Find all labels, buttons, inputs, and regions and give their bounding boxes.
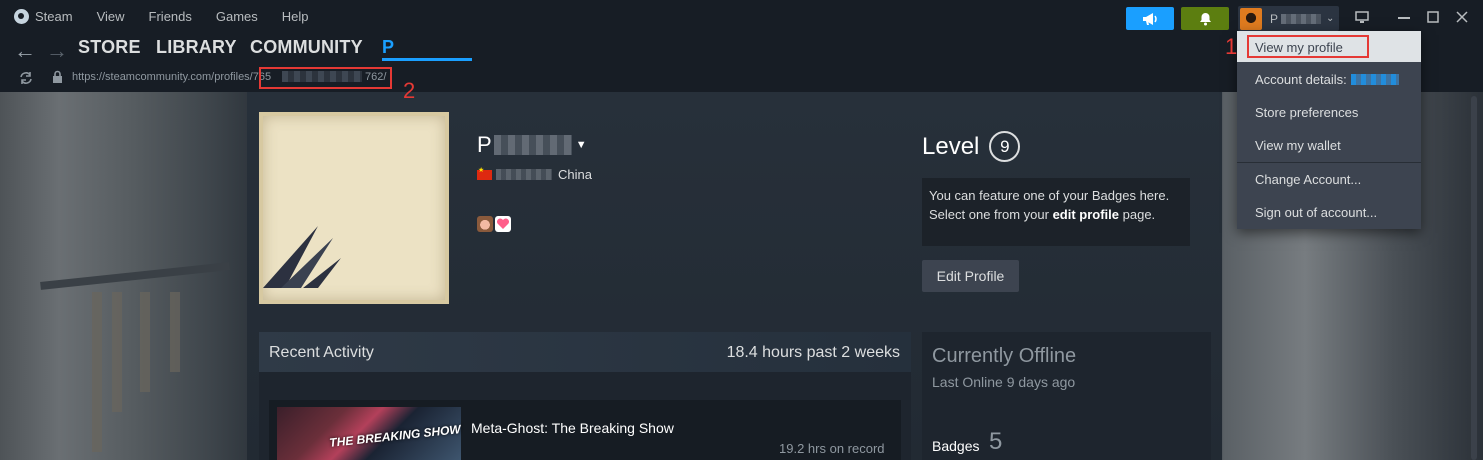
- url-prefix: https://steamcommunity.com/profiles/: [72, 71, 253, 83]
- notifications-button[interactable]: [1181, 7, 1229, 30]
- menu-item-view-wallet[interactable]: View my wallet: [1255, 138, 1341, 153]
- edit-profile-button[interactable]: Edit Profile: [922, 260, 1019, 292]
- tab-store[interactable]: STORE: [78, 37, 141, 58]
- profile-name-redacted: [493, 135, 572, 155]
- background-banner: [170, 292, 180, 372]
- profile-location: China: [477, 166, 592, 182]
- profile-username[interactable]: P ▼: [477, 132, 587, 158]
- background-banner: [140, 292, 150, 392]
- profile-country: China: [558, 167, 592, 182]
- maximize-icon[interactable]: [1427, 11, 1439, 23]
- badges-count: 5: [989, 428, 1003, 455]
- caret-down-icon: ▼: [575, 139, 587, 151]
- bell-icon: [1199, 12, 1211, 25]
- badges-link[interactable]: Badges: [932, 438, 979, 454]
- recent-activity-summary: 18.4 hours past 2 weeks: [726, 344, 900, 361]
- game-name[interactable]: Meta-Ghost: The Breaking Show: [471, 420, 674, 436]
- online-status: Currently Offline: [932, 345, 1077, 367]
- annotation-box-profile-id: [259, 67, 392, 89]
- menu-view[interactable]: View: [97, 9, 125, 24]
- page-scrollbar[interactable]: [1471, 96, 1477, 460]
- badge-text-line2a: Select one from your: [929, 207, 1053, 222]
- profile-name-first: P: [477, 132, 492, 157]
- featured-badge-placeholder: You can feature one of your Badges here.…: [922, 178, 1190, 246]
- menu-item-account-details[interactable]: Account details:: [1255, 72, 1399, 87]
- account-name: P: [1270, 11, 1279, 26]
- main-menu: Steam View Friends Games Help: [14, 9, 333, 24]
- tab-profile-label: P: [382, 37, 395, 57]
- china-flag-icon: [477, 166, 492, 180]
- game-hours: 19.2 hrs on record: [779, 441, 885, 456]
- close-icon[interactable]: [1456, 11, 1468, 23]
- steam-logo-icon: [14, 9, 29, 24]
- badge-text-line2c: page.: [1119, 207, 1156, 222]
- recent-activity-header: Recent Activity 18.4 hours past 2 weeks: [259, 332, 911, 372]
- tab-community[interactable]: COMMUNITY: [250, 37, 363, 58]
- avatar: [1240, 7, 1262, 30]
- background-banner: [112, 292, 122, 412]
- level-badge: 9: [989, 131, 1021, 162]
- game-thumbnail[interactable]: THE BREAKING SHOW: [277, 407, 461, 460]
- profile-realname-redacted: [496, 169, 552, 180]
- monitor-icon[interactable]: [1355, 11, 1369, 24]
- annotation-number-1: 1: [1225, 34, 1238, 59]
- emoticon-icon: [477, 216, 493, 232]
- profile-avatar[interactable]: [259, 112, 449, 304]
- announcements-button[interactable]: [1126, 7, 1174, 30]
- tab-library[interactable]: LIBRARY: [156, 37, 237, 58]
- back-arrow-icon[interactable]: ←: [14, 38, 36, 64]
- menu-games[interactable]: Games: [216, 9, 258, 24]
- annotation-box-view-profile: [1247, 35, 1369, 58]
- background-banner: [92, 292, 102, 452]
- reload-icon[interactable]: [18, 71, 34, 85]
- forward-arrow-icon[interactable]: →: [46, 38, 68, 64]
- menu-item-store-preferences[interactable]: Store preferences: [1255, 105, 1358, 120]
- heart-icon: [495, 216, 511, 232]
- menu-item-sign-out[interactable]: Sign out of account...: [1255, 205, 1377, 220]
- minimize-icon[interactable]: [1398, 17, 1410, 19]
- recent-activity-title: Recent Activity: [269, 344, 374, 361]
- menu-steam[interactable]: Steam: [35, 9, 73, 24]
- account-dropdown-menu: View my profile Account details: Store p…: [1237, 31, 1421, 229]
- tab-profile[interactable]: P: [382, 37, 472, 61]
- edit-profile-link[interactable]: edit profile: [1053, 207, 1119, 222]
- url-text[interactable]: https://steamcommunity.com/profiles/765: [72, 71, 271, 83]
- menu-friends[interactable]: Friends: [149, 9, 192, 24]
- level-label: Level: [922, 132, 980, 160]
- game-thumbnail-logo: THE BREAKING SHOW: [328, 422, 462, 450]
- profile-level: Level 9: [922, 131, 1021, 162]
- background-branch: [40, 262, 230, 290]
- account-menu-button[interactable]: P ⌄: [1238, 6, 1339, 31]
- megaphone-icon: [1143, 12, 1157, 25]
- menu-help[interactable]: Help: [282, 9, 309, 24]
- menu-item-account-details-label: Account details:: [1255, 72, 1347, 87]
- badge-text-line1: You can feature one of your Badges here.: [929, 188, 1170, 203]
- profile-emoticons: [477, 216, 511, 232]
- chevron-down-icon: ⌄: [1326, 13, 1335, 24]
- account-name-redacted: [1281, 13, 1322, 24]
- account-name-redacted: [1350, 74, 1399, 85]
- menu-item-change-account[interactable]: Change Account...: [1255, 172, 1361, 187]
- annotation-number-2: 2: [403, 78, 416, 103]
- lock-icon: [53, 70, 62, 83]
- last-online: Last Online 9 days ago: [932, 374, 1076, 390]
- menu-divider: [1237, 162, 1421, 163]
- claw-mark-image: [263, 226, 341, 288]
